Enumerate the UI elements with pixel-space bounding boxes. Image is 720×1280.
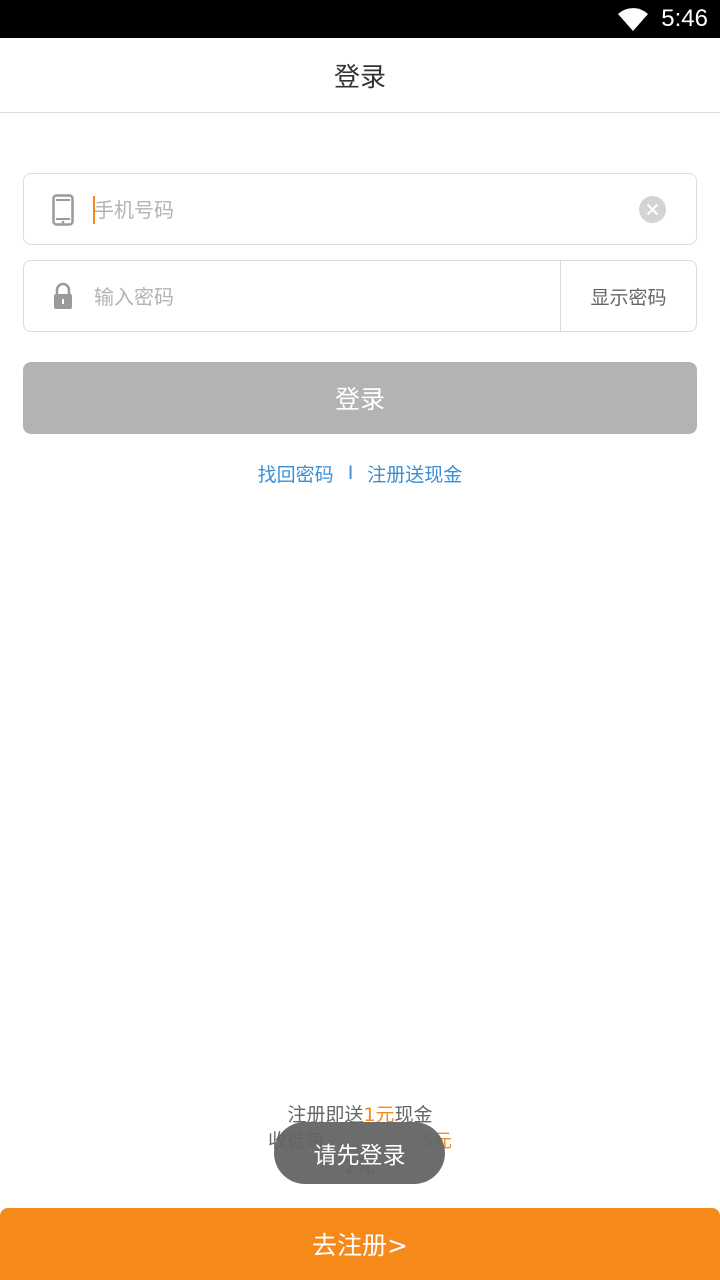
lock-icon xyxy=(54,282,72,309)
phone-input[interactable] xyxy=(94,188,634,232)
phone-icon xyxy=(52,194,74,226)
link-separator: I xyxy=(347,462,354,484)
register-button[interactable]: 去注册> xyxy=(0,1208,720,1280)
title-bar: 登录 xyxy=(0,38,720,113)
toast-message: 请先登录 xyxy=(274,1122,445,1184)
register-bonus-link[interactable]: 注册送现金 xyxy=(367,460,462,487)
status-bar: 5:46 xyxy=(0,0,720,38)
forgot-password-link[interactable]: 找回密码 xyxy=(258,460,334,487)
login-button[interactable]: 登录 xyxy=(23,362,697,434)
phone-field xyxy=(23,173,697,245)
clear-icon xyxy=(646,203,659,216)
wifi-icon xyxy=(618,8,649,32)
page-title: 登录 xyxy=(333,62,386,93)
links-row: 找回密码 I 注册送现金 xyxy=(0,458,720,488)
status-time: 5:46 xyxy=(661,5,708,32)
password-input[interactable] xyxy=(94,275,634,319)
password-field: 显示密码 xyxy=(23,260,697,332)
show-password-button[interactable]: 显示密码 xyxy=(560,261,696,331)
clear-phone-button[interactable] xyxy=(639,196,666,223)
